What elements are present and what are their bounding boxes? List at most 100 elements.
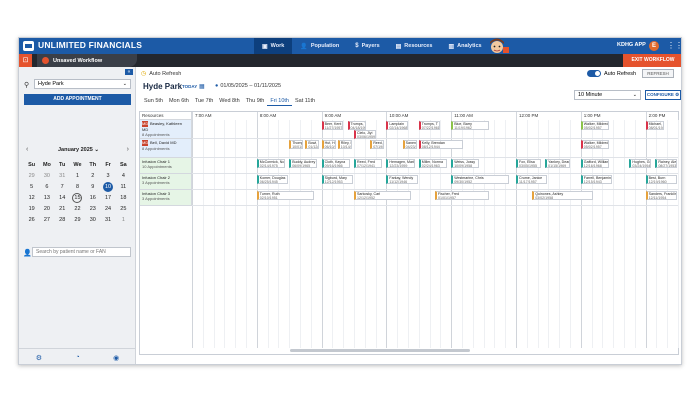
appointment-block[interactable]: Sigburd, Mary 12/12/1953 [321, 175, 353, 184]
appointment-block[interactable]: Michael, R08/01/1948 [645, 121, 665, 130]
previous-month-icon[interactable]: ‹ [26, 146, 28, 153]
calendar-day[interactable]: 29 [70, 215, 85, 225]
nav-tab-analytics[interactable]: ▥ Analytics [440, 38, 489, 54]
calendar-day[interactable]: 1 [70, 171, 85, 181]
appointment-block[interactable]: Buddy, Audrey 06/09/1965 [289, 159, 318, 168]
calendar-day[interactable]: 29 [24, 171, 39, 181]
appointment-block[interactable]: Trumps, T 07/22/1961 [418, 121, 441, 130]
auto-refresh-toggle[interactable] [587, 70, 601, 77]
user-avatar[interactable]: E [649, 41, 659, 51]
appointment-block[interactable]: Fox, Elisa 03/05/1955 [516, 159, 541, 168]
appointment-block[interactable]: Best, Burn 12/19/1960 [645, 175, 677, 184]
appointment-block[interactable]: Beer, Kent 11/27/1957 [321, 121, 344, 130]
calendar-day[interactable]: 13 [39, 193, 54, 203]
calendar-day[interactable]: 16 [85, 193, 100, 203]
calendar-day[interactable]: 1 [116, 215, 131, 225]
appointment-block[interactable]: Sanen04/23/1958 [402, 140, 417, 149]
day-tab[interactable]: Tue 7th [192, 96, 216, 106]
day-tab[interactable]: Thu 9th [243, 96, 268, 106]
appointment-block[interactable]: McCormick, Nora 02/14/1975 [256, 159, 285, 168]
appointment-block[interactable]: Kelly, Brendan 08/12/1944 [418, 140, 464, 149]
appointment-block[interactable]: Blue, Barry 11/19/1962 [451, 121, 490, 130]
appointment-block[interactable]: Crume, Janice 11/17/1957 [516, 175, 548, 184]
calendar-day[interactable]: 19 [24, 204, 39, 214]
exit-workflow-button[interactable]: EXIT WORKFLOW [623, 54, 681, 67]
calendar-day[interactable]: 25 [116, 204, 131, 214]
workflow-menu-icon[interactable]: ⊡ [19, 54, 32, 67]
add-appointment-button[interactable]: ADD APPOINTMENT [24, 94, 131, 105]
resource-cell[interactable]: Infusion Chair 33 Appointments [140, 190, 192, 206]
user-app-name[interactable]: KDHG APP [617, 42, 646, 48]
help-icon[interactable]: ◔ [75, 354, 79, 361]
next-month-icon[interactable]: › [127, 146, 129, 153]
calendar-day[interactable]: 3 [100, 171, 115, 181]
appointment-block[interactable]: Sanders, Franklin 12/11/1954 [645, 191, 677, 200]
appointment-block[interactable]: Reed, Fred 07/12/1941 [354, 159, 383, 168]
nav-tab-payers[interactable]: $ Payers [347, 38, 387, 54]
appointment-block[interactable]: Cielo, Jiyi 03/06/1959 [354, 130, 376, 139]
calendar-day[interactable]: 2 [85, 171, 100, 181]
calendar-day[interactable]: 14 [55, 193, 70, 203]
appointment-block[interactable]: Trumps, T04/18/1953 [347, 121, 366, 130]
workflow-tab[interactable]: Unsaved Workflow [37, 54, 137, 67]
appointment-block[interactable]: Thomp, B10/01/1947 [289, 140, 304, 149]
day-tab[interactable]: Wed 8th [216, 96, 242, 106]
appointment-block[interactable]: Riley, L10/14/1952 [337, 140, 352, 149]
appointment-block[interactable]: Farrell, Benjamin 12/15/1943 [580, 175, 613, 184]
calendar-day[interactable]: 4 [116, 171, 131, 181]
calendar-day[interactable]: 7 [55, 182, 70, 192]
configure-button[interactable]: CONFIGURE ⚙ [645, 90, 681, 100]
calendar-day[interactable]: 21 [55, 204, 70, 214]
appointment-block[interactable]: Sarkosky, Carl 12/12/1952 [354, 191, 412, 200]
resource-cell[interactable]: MD Bell, David MD 8 Appointments [140, 139, 192, 158]
resource-cell[interactable]: MD Beasley, Kathleen MD 8 Appointments [140, 120, 192, 139]
appointment-block[interactable]: Lamplain 02/14/1968 [386, 121, 409, 130]
calendar-day[interactable]: 17 [100, 193, 115, 203]
calendar-day[interactable]: 28 [55, 215, 70, 225]
calendar-day[interactable]: 22 [70, 204, 85, 214]
appointment-block[interactable]: Walker, Mildred 05/02/1957 [580, 121, 609, 130]
appointment-block[interactable]: Komer, Douglas 06/25/1945 [256, 175, 289, 184]
appointment-block[interactable]: Reed, T07/19/1950 [370, 140, 385, 149]
app-grid-icon[interactable]: ⋮⋮ [667, 42, 681, 50]
appointment-block[interactable]: Bowl, E01/12/1956 [305, 140, 320, 149]
interval-select[interactable]: 10 Minute ⌄ [574, 90, 641, 100]
calendar-day[interactable]: 23 [85, 204, 100, 214]
calendar-icon[interactable]: ▦ [199, 83, 205, 90]
appointment-block[interactable]: Westmarine, Chris 09/30/1952 [451, 175, 509, 184]
info-icon[interactable]: ◉ [113, 354, 119, 362]
collapse-panel-button[interactable]: « [125, 69, 133, 75]
appointment-block[interactable]: Farkay, Wendy 11/12/1946 [386, 175, 418, 184]
day-tab[interactable]: Mon 6th [166, 96, 192, 106]
resource-cell[interactable]: Infusion Chair 1 10 Appointments [140, 158, 192, 174]
appointment-block[interactable]: Fischer, Fred 01/01/1957 [435, 191, 490, 200]
appointment-block[interactable]: Rainey, Alexander08/27/1953 [655, 159, 677, 168]
calendar-day[interactable]: 31 [55, 171, 70, 181]
appointment-block[interactable]: Hughes, Griffin03/24/1954 [629, 159, 652, 168]
calendar-day[interactable]: 27 [39, 215, 54, 225]
appointment-block[interactable]: Hut, H06/10/1962 [321, 140, 336, 149]
appointment-block[interactable]: Hemagen, Mark 12/23/1959 [386, 159, 415, 168]
appointment-block[interactable]: Miller, Norma 02/24/1963 [418, 159, 447, 168]
resource-cell[interactable]: Infusion Chair 23 Appointments [140, 174, 192, 190]
patient-search-input[interactable] [32, 247, 131, 257]
appointment-block[interactable]: Turner, Ruth 02/10/1951 [256, 191, 315, 200]
nav-tab-work[interactable]: ▣ Work [254, 38, 293, 54]
settings-icon[interactable]: ⚙ [36, 354, 42, 362]
calendar-day[interactable]: 10 [100, 182, 115, 192]
calendar-day[interactable]: 9 [85, 182, 100, 192]
calendar-day[interactable]: 18 [116, 193, 131, 203]
appointment-block[interactable]: Quinones, Ashley 03/02/1958 [532, 191, 593, 200]
calendar-day[interactable]: 8 [70, 182, 85, 192]
refresh-button[interactable]: REFRESH [642, 69, 674, 78]
calendar-month[interactable]: January 2025 ⌄ [58, 147, 99, 153]
appointment-block[interactable]: Weiss, Jossy 10/09/1958 [451, 159, 480, 168]
calendar-day[interactable]: 30 [39, 171, 54, 181]
day-tab[interactable]: Fri 10th [267, 96, 292, 106]
calendar-day[interactable]: 5 [24, 182, 39, 192]
calendar-day[interactable]: 11 [116, 182, 131, 192]
nav-tab-resources[interactable]: ▤ Resources [388, 38, 441, 54]
day-tab[interactable]: Sat 11th [292, 96, 318, 106]
calendar-day[interactable]: 31 [100, 215, 115, 225]
appointment-block[interactable]: Cloth, Kayna 09/16/1966 [321, 159, 350, 168]
